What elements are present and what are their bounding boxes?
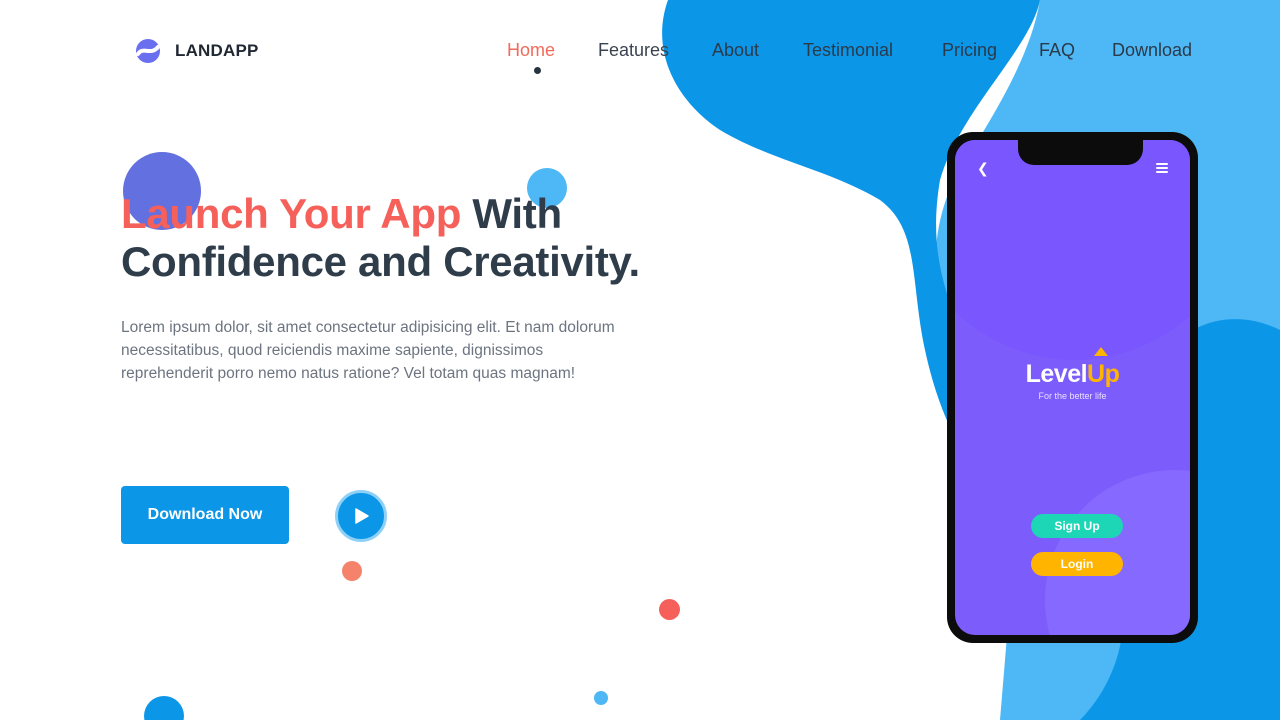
app-brand-primary: Level [1025,360,1088,388]
app-brand-logo: LevelUp [1025,347,1120,389]
hamburger-menu-icon[interactable] [1156,163,1168,173]
decor-dot-lightblue [594,691,608,705]
nav-testimonial[interactable]: Testimonial [803,40,893,61]
screen-decor-top [955,140,1190,360]
decor-dot-red [659,599,680,620]
phone-screen: ❮ LevelUp For the better life Sign Up Lo… [955,140,1190,635]
nav-download[interactable]: Download [1112,40,1192,61]
nav-about[interactable]: About [712,40,759,61]
phone-login-button[interactable]: Login [1031,552,1123,576]
app-brand-accent: Up [1087,360,1120,388]
app-tagline: For the better life [1038,391,1107,401]
main-nav: Home Features About Testimonial Pricing … [0,40,1280,70]
nav-features[interactable]: Features [598,40,669,61]
phone-notch [1018,140,1143,165]
nav-active-indicator [534,67,541,74]
play-video-button[interactable] [335,490,387,542]
hero-actions: Download Now [121,486,387,544]
decor-dot-coral [342,561,362,581]
nav-faq[interactable]: FAQ [1039,40,1075,61]
nav-home[interactable]: Home [507,40,555,61]
phone-mockup: ❮ LevelUp For the better life Sign Up Lo… [947,132,1198,643]
chevron-left-icon[interactable]: ❮ [977,160,989,177]
phone-signup-button[interactable]: Sign Up [1031,514,1123,538]
hero-section: Launch Your App With Confidence and Crea… [121,190,641,385]
download-now-button[interactable]: Download Now [121,486,289,544]
arrow-up-icon [1094,347,1109,356]
nav-pricing[interactable]: Pricing [942,40,997,61]
play-icon [355,508,369,524]
app-brand: LevelUp For the better life [955,347,1190,401]
hero-title-highlight: Launch Your App [121,190,462,237]
hero-description: Lorem ipsum dolor, sit amet consectetur … [121,319,615,382]
navbar: LANDAPP Home Features About Testimonial … [0,0,1280,100]
hero-title: Launch Your App With Confidence and Crea… [121,190,641,286]
